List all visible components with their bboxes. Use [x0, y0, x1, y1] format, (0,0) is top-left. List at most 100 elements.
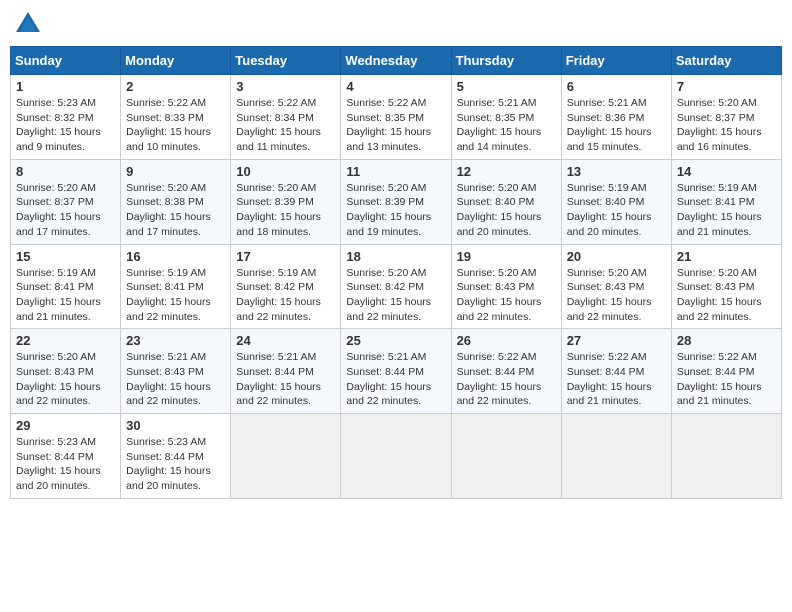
day-info: Sunrise: 5:20 AMSunset: 8:43 PMDaylight:… — [16, 351, 101, 407]
calendar-cell — [451, 414, 561, 499]
calendar-cell: 1 Sunrise: 5:23 AMSunset: 8:32 PMDaylight… — [11, 75, 121, 160]
calendar-cell: 26 Sunrise: 5:22 AMSunset: 8:44 PMDayligh… — [451, 329, 561, 414]
calendar-cell: 6 Sunrise: 5:21 AMSunset: 8:36 PMDaylight… — [561, 75, 671, 160]
day-number: 14 — [677, 164, 776, 179]
day-number: 24 — [236, 333, 335, 348]
day-number: 4 — [346, 79, 445, 94]
calendar-body: 1 Sunrise: 5:23 AMSunset: 8:32 PMDaylight… — [11, 75, 782, 499]
day-number: 10 — [236, 164, 335, 179]
calendar-cell: 22 Sunrise: 5:20 AMSunset: 8:43 PMDayligh… — [11, 329, 121, 414]
day-info: Sunrise: 5:20 AMSunset: 8:42 PMDaylight:… — [346, 267, 431, 323]
day-number: 22 — [16, 333, 115, 348]
day-info: Sunrise: 5:19 AMSunset: 8:41 PMDaylight:… — [677, 182, 762, 238]
day-number: 13 — [567, 164, 666, 179]
calendar-cell: 12Sunrise: 5:20 AMSunset: 8:40 PMDayligh… — [451, 159, 561, 244]
day-info: Sunrise: 5:20 AMSunset: 8:37 PMDaylight:… — [16, 182, 101, 238]
day-info: Sunrise: 5:19 AMSunset: 8:41 PMDaylight:… — [126, 267, 211, 323]
calendar-cell: 3 Sunrise: 5:22 AMSunset: 8:34 PMDaylight… — [231, 75, 341, 160]
day-info: Sunrise: 5:20 AMSunset: 8:43 PMDaylight:… — [677, 267, 762, 323]
day-info: Sunrise: 5:20 AMSunset: 8:37 PMDaylight:… — [677, 97, 762, 153]
day-info: Sunrise: 5:19 AMSunset: 8:42 PMDaylight:… — [236, 267, 321, 323]
calendar-cell: 17Sunrise: 5:19 AMSunset: 8:42 PMDayligh… — [231, 244, 341, 329]
day-number: 11 — [346, 164, 445, 179]
day-info: Sunrise: 5:20 AMSunset: 8:39 PMDaylight:… — [236, 182, 321, 238]
calendar-day-header: Monday — [121, 47, 231, 75]
calendar-day-header: Friday — [561, 47, 671, 75]
day-number: 9 — [126, 164, 225, 179]
day-number: 23 — [126, 333, 225, 348]
calendar-week-row: 8Sunrise: 5:20 AMSunset: 8:37 PMDaylight… — [11, 159, 782, 244]
day-number: 27 — [567, 333, 666, 348]
calendar-week-row: 22 Sunrise: 5:20 AMSunset: 8:43 PMDayligh… — [11, 329, 782, 414]
calendar-cell: 8Sunrise: 5:20 AMSunset: 8:37 PMDaylight… — [11, 159, 121, 244]
day-number: 18 — [346, 249, 445, 264]
day-number: 7 — [677, 79, 776, 94]
day-number: 29 — [16, 418, 115, 433]
day-info: Sunrise: 5:22 AMSunset: 8:33 PMDaylight:… — [126, 97, 211, 153]
day-info: Sunrise: 5:23 AMSunset: 8:32 PMDaylight:… — [16, 97, 101, 153]
calendar-day-header: Thursday — [451, 47, 561, 75]
day-info: Sunrise: 5:20 AMSunset: 8:39 PMDaylight:… — [346, 182, 431, 238]
logo-icon — [14, 10, 42, 38]
calendar-cell — [341, 414, 451, 499]
day-info: Sunrise: 5:22 AMSunset: 8:34 PMDaylight:… — [236, 97, 321, 153]
calendar-week-row: 15 Sunrise: 5:19 AMSunset: 8:41 PMDayligh… — [11, 244, 782, 329]
day-number: 6 — [567, 79, 666, 94]
day-info: Sunrise: 5:20 AMSunset: 8:38 PMDaylight:… — [126, 182, 211, 238]
calendar-cell: 19 Sunrise: 5:20 AMSunset: 8:43 PMDayligh… — [451, 244, 561, 329]
calendar-week-row: 29 Sunrise: 5:23 AMSunset: 8:44 PMDayligh… — [11, 414, 782, 499]
calendar-day-header: Wednesday — [341, 47, 451, 75]
day-number: 5 — [457, 79, 556, 94]
calendar-cell: 24 Sunrise: 5:21 AMSunset: 8:44 PMDayligh… — [231, 329, 341, 414]
day-number: 3 — [236, 79, 335, 94]
calendar-cell: 20 Sunrise: 5:20 AMSunset: 8:43 PMDayligh… — [561, 244, 671, 329]
calendar-cell: 10 Sunrise: 5:20 AMSunset: 8:39 PMDayligh… — [231, 159, 341, 244]
calendar-cell: 18 Sunrise: 5:20 AMSunset: 8:42 PMDayligh… — [341, 244, 451, 329]
day-info: Sunrise: 5:21 AMSunset: 8:44 PMDaylight:… — [236, 351, 321, 407]
day-info: Sunrise: 5:21 AMSunset: 8:43 PMDaylight:… — [126, 351, 211, 407]
day-info: Sunrise: 5:22 AMSunset: 8:44 PMDaylight:… — [457, 351, 542, 407]
day-number: 21 — [677, 249, 776, 264]
calendar-cell: 25Sunrise: 5:21 AMSunset: 8:44 PMDayligh… — [341, 329, 451, 414]
day-number: 19 — [457, 249, 556, 264]
calendar-day-header: Sunday — [11, 47, 121, 75]
day-info: Sunrise: 5:23 AMSunset: 8:44 PMDaylight:… — [126, 436, 211, 492]
calendar-cell: 16 Sunrise: 5:19 AMSunset: 8:41 PMDayligh… — [121, 244, 231, 329]
day-info: Sunrise: 5:22 AMSunset: 8:35 PMDaylight:… — [346, 97, 431, 153]
day-number: 15 — [16, 249, 115, 264]
day-number: 2 — [126, 79, 225, 94]
calendar-cell: 13Sunrise: 5:19 AMSunset: 8:40 PMDayligh… — [561, 159, 671, 244]
page-header — [10, 10, 782, 38]
calendar-day-header: Saturday — [671, 47, 781, 75]
day-info: Sunrise: 5:20 AMSunset: 8:43 PMDaylight:… — [567, 267, 652, 323]
calendar-cell: 29 Sunrise: 5:23 AMSunset: 8:44 PMDayligh… — [11, 414, 121, 499]
calendar-cell — [561, 414, 671, 499]
day-number: 30 — [126, 418, 225, 433]
calendar-cell: 11 Sunrise: 5:20 AMSunset: 8:39 PMDayligh… — [341, 159, 451, 244]
calendar-cell — [671, 414, 781, 499]
day-info: Sunrise: 5:19 AMSunset: 8:41 PMDaylight:… — [16, 267, 101, 323]
day-info: Sunrise: 5:21 AMSunset: 8:36 PMDaylight:… — [567, 97, 652, 153]
day-info: Sunrise: 5:21 AMSunset: 8:35 PMDaylight:… — [457, 97, 542, 153]
day-number: 16 — [126, 249, 225, 264]
calendar-header-row: SundayMondayTuesdayWednesdayThursdayFrid… — [11, 47, 782, 75]
calendar-cell: 4 Sunrise: 5:22 AMSunset: 8:35 PMDaylight… — [341, 75, 451, 160]
calendar-cell: 30 Sunrise: 5:23 AMSunset: 8:44 PMDayligh… — [121, 414, 231, 499]
day-info: Sunrise: 5:22 AMSunset: 8:44 PMDaylight:… — [567, 351, 652, 407]
calendar-cell: 27 Sunrise: 5:22 AMSunset: 8:44 PMDayligh… — [561, 329, 671, 414]
day-info: Sunrise: 5:21 AMSunset: 8:44 PMDaylight:… — [346, 351, 431, 407]
day-number: 28 — [677, 333, 776, 348]
calendar-table: SundayMondayTuesdayWednesdayThursdayFrid… — [10, 46, 782, 499]
day-number: 26 — [457, 333, 556, 348]
calendar-cell: 23 Sunrise: 5:21 AMSunset: 8:43 PMDayligh… — [121, 329, 231, 414]
calendar-cell: 28 Sunrise: 5:22 AMSunset: 8:44 PMDayligh… — [671, 329, 781, 414]
day-info: Sunrise: 5:22 AMSunset: 8:44 PMDaylight:… — [677, 351, 762, 407]
day-number: 1 — [16, 79, 115, 94]
calendar-week-row: 1 Sunrise: 5:23 AMSunset: 8:32 PMDaylight… — [11, 75, 782, 160]
calendar-cell: 5 Sunrise: 5:21 AMSunset: 8:35 PMDaylight… — [451, 75, 561, 160]
calendar-cell: 15 Sunrise: 5:19 AMSunset: 8:41 PMDayligh… — [11, 244, 121, 329]
day-info: Sunrise: 5:23 AMSunset: 8:44 PMDaylight:… — [16, 436, 101, 492]
calendar-cell: 2 Sunrise: 5:22 AMSunset: 8:33 PMDaylight… — [121, 75, 231, 160]
day-info: Sunrise: 5:20 AMSunset: 8:43 PMDaylight:… — [457, 267, 542, 323]
day-number: 20 — [567, 249, 666, 264]
